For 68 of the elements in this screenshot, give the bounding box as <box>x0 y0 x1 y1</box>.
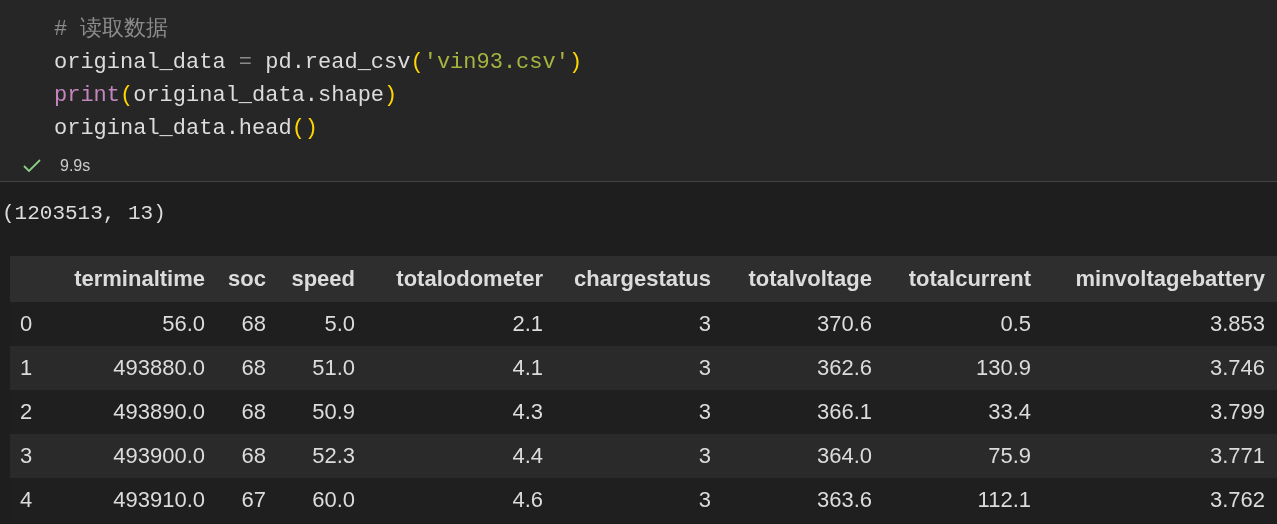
code-bracket: () <box>291 116 319 141</box>
table-cell: 4.3 <box>512 399 543 424</box>
column-header: chargestatus <box>574 266 711 291</box>
table-cell: 50.9 <box>312 399 355 424</box>
table-cell: 3.762 <box>1209 487 1265 512</box>
row-index: 3 <box>20 443 33 468</box>
table-cell: 56.0 <box>162 311 205 336</box>
table-cell: 5.0 <box>324 311 355 336</box>
output-text: (1203513, 13) <box>1 201 167 227</box>
table-cell: 68 <box>241 399 266 424</box>
table-cell: 112.1 <box>977 487 1031 512</box>
table-cell: 493910.0 <box>113 487 205 512</box>
row-index: 1 <box>20 355 33 380</box>
code-bracket: ) <box>568 50 583 75</box>
code-text: pd.read_csv <box>264 50 411 75</box>
table-cell: 130.9 <box>975 355 1031 380</box>
table-cell: 493900.0 <box>113 443 205 468</box>
table-cell: 2.1 <box>512 311 543 336</box>
table-cell: 33.4 <box>988 399 1031 424</box>
code-operator: = <box>238 50 253 75</box>
table-cell: 362.6 <box>816 355 872 380</box>
code-bracket: ( <box>120 83 134 108</box>
column-header: terminaltime <box>74 266 205 291</box>
table-cell: 60.0 <box>312 487 355 512</box>
column-header: totalodometer <box>396 266 543 291</box>
row-index: 4 <box>20 487 33 512</box>
code-bracket: ( <box>410 50 424 75</box>
table-cell: 3.853 <box>1209 311 1265 336</box>
column-header: speed <box>291 266 355 291</box>
table-cell: 67 <box>241 487 266 512</box>
table-cell: 3 <box>698 355 711 380</box>
table-cell: 52.3 <box>312 443 355 468</box>
table-cell: 3.799 <box>1209 399 1265 424</box>
table-cell: 3 <box>698 311 711 336</box>
table-cell: 3.771 <box>1209 443 1265 468</box>
table-cell: 68 <box>241 311 266 336</box>
table-cell: 493890.0 <box>113 399 205 424</box>
table-cell: 3 <box>698 443 711 468</box>
table-cell: 4.1 <box>512 355 543 380</box>
table-cell: 68 <box>241 355 266 380</box>
table-cell: 75.9 <box>988 443 1031 468</box>
code-comment: # 读取数据 <box>54 17 169 42</box>
table-cell: 366.1 <box>816 399 872 424</box>
code-text: original_data.shape <box>133 83 385 108</box>
table-cell: 0.5 <box>1000 311 1031 336</box>
row-index: 0 <box>20 311 33 336</box>
code-keyword: print <box>54 83 120 108</box>
table-cell: 3 <box>698 487 711 512</box>
column-header: soc <box>228 266 266 291</box>
column-header: minvoltagebattery <box>1075 266 1265 291</box>
table-cell: 68 <box>241 443 266 468</box>
table-cell: 51.0 <box>312 355 355 380</box>
row-index: 2 <box>20 399 33 424</box>
column-header: totalcurrent <box>908 266 1031 291</box>
table-cell: 3 <box>698 399 711 424</box>
table-cell: 3.746 <box>1209 355 1265 380</box>
code-bracket: ) <box>384 83 398 108</box>
code-text: original_data <box>54 50 227 75</box>
execution-time: 9.9s <box>60 157 91 175</box>
code-string: 'vin93.csv' <box>423 50 569 75</box>
code-text: original_data.head <box>54 116 292 141</box>
table-cell: 4.4 <box>512 443 543 468</box>
table-cell: 4.6 <box>512 487 543 512</box>
table-cell: 370.6 <box>816 311 872 336</box>
table-cell: 493880.0 <box>113 355 205 380</box>
table-cell: 364.0 <box>816 443 872 468</box>
column-header: totalvoltage <box>748 266 872 291</box>
table-cell: 363.6 <box>816 487 872 512</box>
